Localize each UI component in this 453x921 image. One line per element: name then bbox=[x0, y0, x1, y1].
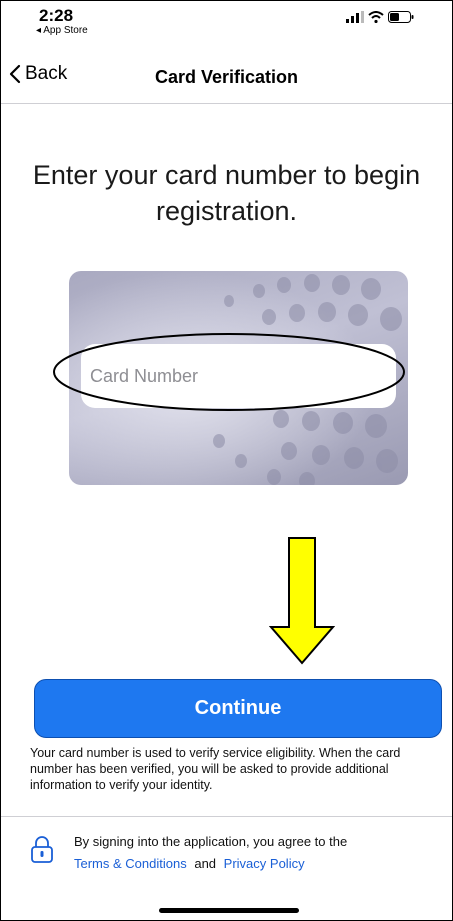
lock-icon bbox=[31, 836, 53, 863]
battery-icon bbox=[388, 11, 414, 23]
page-title: Card Verification bbox=[154, 67, 299, 87]
instruction-heading: Enter your card number to begin registra… bbox=[32, 160, 421, 226]
down-arrow-icon bbox=[269, 537, 335, 665]
divider bbox=[1, 816, 452, 817]
return-to-app-store-link[interactable]: ◂ App Store bbox=[36, 25, 88, 36]
screen: 2:28 ◂ App Store Back Card Verification … bbox=[0, 0, 453, 921]
agreement-text: By signing into the application, you agr… bbox=[74, 834, 348, 849]
signal-icon bbox=[346, 11, 364, 23]
status-time: 2:28 bbox=[39, 6, 74, 25]
and-text: and bbox=[194, 856, 217, 871]
wifi-icon bbox=[368, 11, 384, 23]
continue-button[interactable]: Continue bbox=[34, 679, 442, 738]
card-number-field[interactable] bbox=[81, 344, 396, 408]
eligibility-info-text: Your card number is used to verify servi… bbox=[30, 746, 401, 792]
home-indicator[interactable] bbox=[159, 908, 299, 913]
status-icons bbox=[346, 11, 414, 23]
status-bar: 2:28 ◂ App Store bbox=[1, 1, 452, 45]
card-number-input[interactable] bbox=[88, 364, 396, 388]
nav-bar: Back Card Verification bbox=[1, 51, 452, 104]
terms-link[interactable]: Terms & Conditions bbox=[74, 856, 187, 871]
privacy-link[interactable]: Privacy Policy bbox=[224, 856, 305, 871]
legal-links: Terms & Conditions and Privacy Policy bbox=[74, 856, 305, 871]
